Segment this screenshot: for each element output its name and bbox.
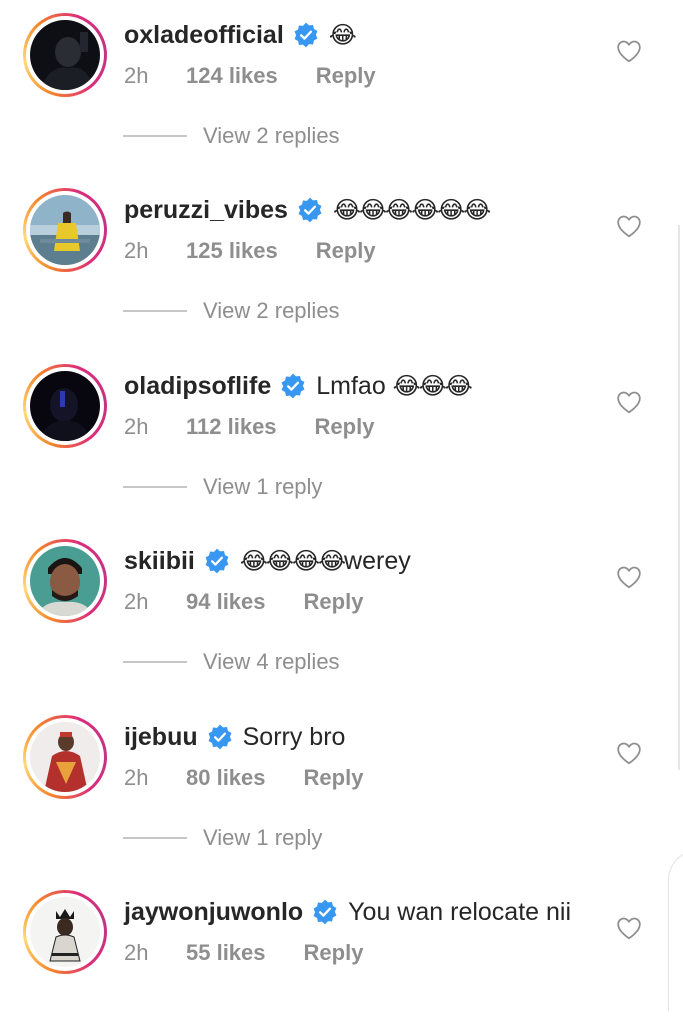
divider <box>123 661 187 663</box>
comment-item: skiibii 😂😂😂😂 werey 2h 94 likes Reply Vie… <box>0 539 683 674</box>
overlay-panel-edge <box>668 850 683 1011</box>
reply-button[interactable]: Reply <box>304 589 364 615</box>
avatar[interactable] <box>30 897 100 967</box>
comment-item: ijebuu Sorry bro 2h 80 likes Reply View … <box>0 715 683 850</box>
comment-time: 2h <box>124 765 149 790</box>
heart-icon[interactable] <box>616 741 642 765</box>
comment-emojis: 😂😂😂😂😂😂 <box>332 196 491 224</box>
comment-item: peruzzi_vibes 😂😂😂😂😂😂 2h 125 likes Reply … <box>0 188 683 323</box>
username[interactable]: ijebuu <box>124 723 198 752</box>
view-replies-label: View 1 reply <box>203 474 323 499</box>
view-replies-label: View 2 replies <box>203 123 340 148</box>
username[interactable]: oxladeofficial <box>124 21 284 50</box>
view-replies-label: View 1 reply <box>203 825 323 850</box>
avatar[interactable] <box>30 20 100 90</box>
comment-text: werey <box>344 546 411 575</box>
divider <box>123 486 187 488</box>
view-replies-button[interactable]: View 1 reply <box>123 825 322 851</box>
verified-badge-icon <box>281 373 305 399</box>
comment-time: 2h <box>124 238 149 263</box>
reply-button[interactable]: Reply <box>304 940 364 966</box>
likes-count[interactable]: 94 likes <box>186 589 266 615</box>
verified-badge-icon <box>205 548 229 574</box>
likes-count[interactable]: 80 likes <box>186 765 266 791</box>
avatar[interactable] <box>30 371 100 441</box>
story-ring[interactable] <box>23 890 107 974</box>
view-replies-label: View 4 replies <box>203 649 340 674</box>
username[interactable]: oladipsoflife <box>124 372 271 401</box>
username[interactable]: skiibii <box>124 547 195 576</box>
view-replies-button[interactable]: View 2 replies <box>123 298 340 324</box>
comment-item: oladipsoflife Lmfao 😂😂😂 2h 112 likes Rep… <box>0 364 683 499</box>
heart-icon[interactable] <box>616 565 642 589</box>
comment-time: 2h <box>124 940 149 965</box>
comment-text: Lmfao <box>316 371 393 400</box>
reply-button[interactable]: Reply <box>316 63 376 89</box>
reply-button[interactable]: Reply <box>304 765 364 791</box>
story-ring[interactable] <box>23 364 107 448</box>
verified-badge-icon <box>313 899 337 925</box>
likes-count[interactable]: 125 likes <box>186 238 278 264</box>
verified-badge-icon <box>208 724 232 750</box>
scrollbar[interactable] <box>678 225 680 770</box>
comment-text: Sorry bro <box>242 722 346 751</box>
avatar[interactable] <box>30 195 100 265</box>
comment-item: oxladeofficial 😂 2h 124 likes Reply View… <box>0 13 683 148</box>
verified-badge-icon <box>298 197 322 223</box>
likes-count[interactable]: 124 likes <box>186 63 278 89</box>
comment-emojis: 😂😂😂😂 <box>239 547 346 575</box>
heart-icon[interactable] <box>616 916 642 940</box>
view-replies-button[interactable]: View 2 replies <box>123 123 340 149</box>
likes-count[interactable]: 55 likes <box>186 940 266 966</box>
comment-time: 2h <box>124 589 149 614</box>
username[interactable]: peruzzi_vibes <box>124 196 288 225</box>
comment-item: jaywonjuwonlo You wan relocate nii 2h 55… <box>0 890 683 1018</box>
divider <box>123 310 187 312</box>
comment-emojis: 😂😂😂 <box>392 372 473 400</box>
heart-icon[interactable] <box>616 214 642 238</box>
avatar[interactable] <box>30 546 100 616</box>
story-ring[interactable] <box>23 13 107 97</box>
verified-badge-icon <box>294 22 318 48</box>
reply-button[interactable]: Reply <box>315 414 375 440</box>
story-ring[interactable] <box>23 539 107 623</box>
comment-text: You wan relocate nii <box>348 897 572 926</box>
reply-button[interactable]: Reply <box>316 238 376 264</box>
divider <box>123 135 187 137</box>
view-replies-label: View 2 replies <box>203 298 340 323</box>
view-replies-button[interactable]: View 1 reply <box>123 474 322 500</box>
heart-icon[interactable] <box>616 390 642 414</box>
view-replies-button[interactable]: View 4 replies <box>123 649 340 675</box>
story-ring[interactable] <box>23 188 107 272</box>
comment-time: 2h <box>124 63 149 88</box>
avatar[interactable] <box>30 722 100 792</box>
heart-icon[interactable] <box>616 39 642 63</box>
comment-time: 2h <box>124 414 149 439</box>
comment-emojis: 😂 <box>328 21 357 49</box>
likes-count[interactable]: 112 likes <box>186 414 277 440</box>
story-ring[interactable] <box>23 715 107 799</box>
username[interactable]: jaywonjuwonlo <box>124 898 303 927</box>
divider <box>123 837 187 839</box>
